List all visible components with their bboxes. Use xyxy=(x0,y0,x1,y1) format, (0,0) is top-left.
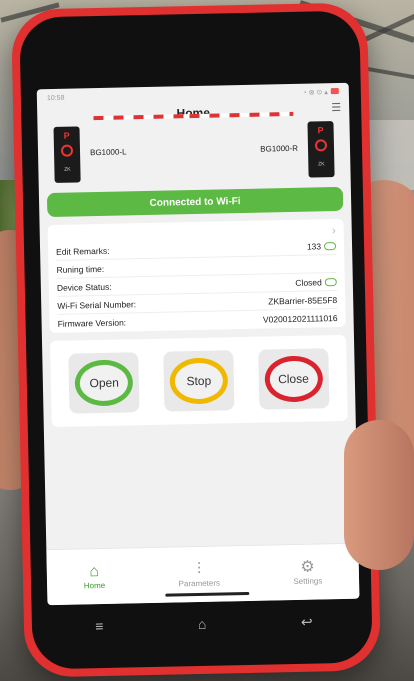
hand-thumb xyxy=(344,420,414,570)
sliders-icon: ⫶ xyxy=(196,560,202,579)
home-nav-icon[interactable]: ⌂ xyxy=(198,616,207,632)
recents-icon[interactable]: ≡ xyxy=(95,618,104,634)
tab-settings[interactable]: ⚙ Settings xyxy=(293,558,322,586)
lamp-icon xyxy=(60,144,74,157)
app-screen: 10:58 ◔ ⊗ ⊙ ▴ Home ☰ P ZK BG1000-L BG100… xyxy=(36,82,360,606)
battery-icon xyxy=(330,87,339,95)
gear-icon: ⚙ xyxy=(300,558,315,576)
status-icon xyxy=(324,277,337,286)
gate-left-label: BG1000-L xyxy=(89,147,127,158)
status-time: 10:58 xyxy=(46,94,65,102)
gate-right-icon: P ZK xyxy=(307,121,335,178)
tab-bar: ⌂ Home ⫶ Parameters ⚙ Settings xyxy=(46,542,360,606)
stop-tile: Stop xyxy=(163,350,235,412)
barrier-arm-right xyxy=(189,111,294,119)
status-icons: ◔ ⊗ ⊙ ▴ xyxy=(302,87,339,97)
system-nav-bar: ≡ ⌂ ↩ xyxy=(48,603,361,646)
barrier-controls: Open Stop Close xyxy=(49,334,348,428)
menu-icon[interactable]: ☰ xyxy=(331,101,341,114)
home-indicator xyxy=(165,591,250,597)
close-button[interactable]: Close xyxy=(264,355,323,403)
barrier-graphic: P ZK BG1000-L BG1000-R P ZK xyxy=(37,117,350,194)
tab-parameters[interactable]: ⫶ Parameters xyxy=(178,560,221,588)
gate-right-label: BG1000-R xyxy=(260,143,299,154)
stop-button[interactable]: Stop xyxy=(169,357,229,405)
home-icon: ⌂ xyxy=(89,563,100,581)
back-icon[interactable]: ↩ xyxy=(301,613,313,630)
gate-left-icon: P ZK xyxy=(53,126,81,183)
edit-icon[interactable] xyxy=(323,241,337,250)
open-tile: Open xyxy=(68,352,140,414)
lamp-icon xyxy=(314,139,328,152)
close-tile: Close xyxy=(257,348,330,410)
open-button[interactable]: Open xyxy=(74,359,134,407)
phone: 10:58 ◔ ⊗ ⊙ ▴ Home ☰ P ZK BG1000-L BG100… xyxy=(11,2,381,678)
device-info-card: › Edit Remarks: 133 Runing time: Device … xyxy=(47,218,346,334)
tab-home[interactable]: ⌂ Home xyxy=(83,563,106,590)
